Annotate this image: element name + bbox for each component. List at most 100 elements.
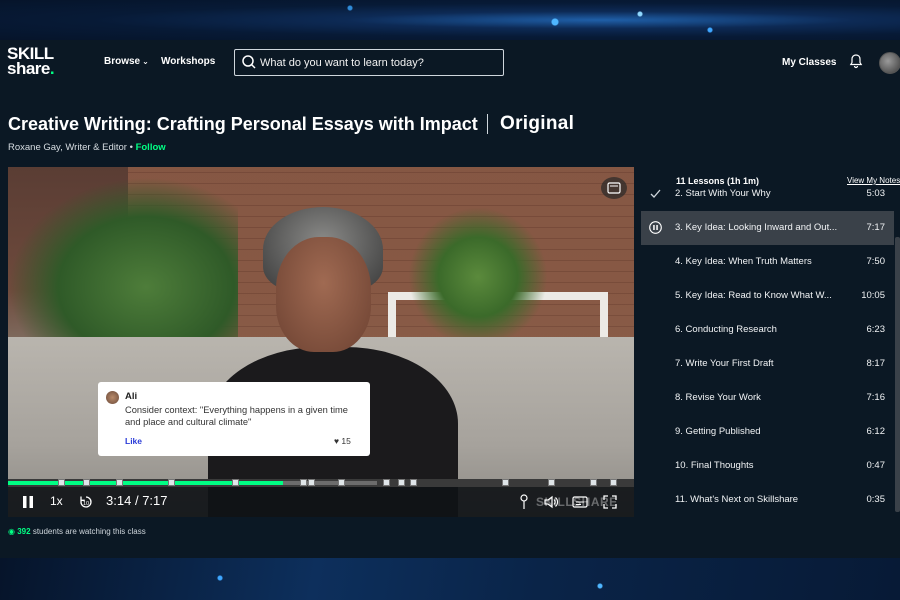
comment-marker[interactable] <box>410 479 417 486</box>
like-button[interactable]: Like <box>125 436 142 446</box>
lesson-duration: 5:03 <box>866 188 886 199</box>
total-time: 7:17 <box>142 493 168 508</box>
svg-text:10: 10 <box>83 501 89 507</box>
follow-button[interactable]: Follow <box>136 142 166 153</box>
lesson-title: 5. Key Idea: Read to Know What W... <box>675 290 832 301</box>
view-my-notes-link[interactable]: View My Notes <box>847 176 900 185</box>
comment-marker[interactable] <box>610 479 617 486</box>
lessons-panel: 11 Lessons (1h 1m) View My Notes 2. Star… <box>641 167 900 517</box>
lesson-duration: 7:50 <box>866 256 886 267</box>
lesson-duration: 0:47 <box>866 460 886 471</box>
lesson-item[interactable]: 4. Key Idea: When Truth Matters 7:50 <box>641 245 894 279</box>
browse-label: Browse <box>104 56 141 67</box>
lesson-item[interactable]: 7. Write Your First Draft 8:17 <box>641 347 894 381</box>
lesson-item[interactable]: 10. Final Thoughts 0:47 <box>641 449 894 483</box>
check-icon <box>650 189 661 198</box>
user-avatar[interactable] <box>879 52 900 74</box>
lesson-title: 11. What's Next on Skillshare <box>675 494 799 505</box>
timestamp-comment-card: Ali Consider context: "Everything happen… <box>98 382 370 456</box>
lesson-list: 2. Start With Your Why 5:03 3. Key Idea:… <box>641 187 894 517</box>
comment-marker[interactable] <box>58 479 65 486</box>
pause-icon <box>649 221 662 234</box>
video-player[interactable]: Ali Consider context: "Everything happen… <box>8 167 634 517</box>
viewer-count: 392 <box>17 527 31 536</box>
logo-word: share <box>7 59 50 78</box>
lesson-title: 3. Key Idea: Looking Inward and Out... <box>675 222 838 233</box>
commenter-avatar <box>106 391 119 404</box>
separator: • <box>126 142 136 153</box>
lesson-duration: 10:05 <box>861 290 885 301</box>
comment-marker[interactable] <box>502 479 509 486</box>
teacher-name[interactable]: Roxane Gay, Writer & Editor <box>8 142 127 153</box>
lesson-duration: 6:12 <box>866 426 886 437</box>
comment-marker[interactable] <box>168 479 175 486</box>
lesson-item-current[interactable]: 3. Key Idea: Looking Inward and Out... 7… <box>641 211 894 245</box>
video-progress-bar[interactable] <box>8 479 634 487</box>
lesson-duration: 7:16 <box>866 392 886 403</box>
search-box[interactable] <box>234 49 504 76</box>
comment-marker[interactable] <box>83 479 90 486</box>
lesson-title: 9. Getting Published <box>675 426 761 437</box>
lesson-item[interactable]: 11. What's Next on Skillshare 0:35 <box>641 483 894 517</box>
comment-marker[interactable] <box>383 479 390 486</box>
fullscreen-icon[interactable] <box>602 494 618 510</box>
replay-10-icon[interactable]: 10 <box>78 494 94 510</box>
time-display: 3:14 / 7:17 <box>106 493 168 508</box>
comment-markers <box>8 479 634 487</box>
speaker-face <box>276 237 371 352</box>
lesson-title: 4. Key Idea: When Truth Matters <box>675 256 812 267</box>
original-badge: Original <box>500 113 575 134</box>
playback-speed-button[interactable]: 1x <box>50 494 63 508</box>
player-controls: 1x 10 3:14 / 7:17 SKILLSHARE <box>8 487 634 517</box>
comment-marker[interactable] <box>398 479 405 486</box>
pin-icon[interactable] <box>518 494 530 510</box>
live-viewers: ◉ 392 students are watching this class <box>8 527 146 536</box>
like-count-value: 15 <box>341 436 351 446</box>
search-icon <box>242 55 256 69</box>
commenter-name[interactable]: Ali <box>125 391 137 402</box>
logo-dot: . <box>49 59 55 78</box>
comment-marker[interactable] <box>116 479 123 486</box>
top-nav: SKILL share. Browse⌄ Workshops My Classe… <box>0 40 900 86</box>
comment-marker[interactable] <box>232 479 239 486</box>
logo-line-2: share. <box>7 59 79 78</box>
browse-menu[interactable]: Browse ⌄ <box>104 56 149 67</box>
lesson-item[interactable]: 6. Conducting Research 6:23 <box>641 313 894 347</box>
lesson-title: 6. Conducting Research <box>675 324 777 335</box>
comment-marker[interactable] <box>338 479 345 486</box>
lessons-scrollbar[interactable] <box>895 237 900 512</box>
decorative-banner-top <box>0 0 900 40</box>
comment-marker[interactable] <box>590 479 597 486</box>
pause-icon[interactable] <box>22 495 34 509</box>
picture-in-picture-icon <box>607 182 621 194</box>
viewers-text: students are watching this class <box>32 527 146 536</box>
like-count: ♥ 15 <box>334 436 351 446</box>
picture-in-picture-button[interactable] <box>601 177 627 199</box>
lesson-duration: 7:17 <box>866 222 886 233</box>
current-time: 3:14 <box>106 493 132 508</box>
class-title: Creative Writing: Crafting Personal Essa… <box>8 114 478 134</box>
skillshare-logo[interactable]: SKILL share. <box>7 45 79 78</box>
bell-icon[interactable] <box>848 53 864 69</box>
teacher-line: Roxane Gay, Writer & Editor • Follow <box>8 142 166 153</box>
lesson-item[interactable]: 9. Getting Published 6:12 <box>641 415 894 449</box>
lesson-item[interactable]: 2. Start With Your Why 5:03 <box>641 187 894 211</box>
title-divider <box>487 114 488 134</box>
lesson-item[interactable]: 8. Revise Your Work 7:16 <box>641 381 894 415</box>
comment-marker[interactable] <box>300 479 307 486</box>
volume-icon[interactable] <box>543 494 559 510</box>
lesson-title: 7. Write Your First Draft <box>675 358 774 369</box>
lesson-title: 10. Final Thoughts <box>675 460 754 471</box>
my-classes-link[interactable]: My Classes <box>782 57 836 68</box>
search-input[interactable] <box>260 53 495 73</box>
lesson-title: 2. Start With Your Why <box>675 188 771 199</box>
video-scene-speaker <box>208 207 458 517</box>
comment-marker[interactable] <box>308 479 315 486</box>
lesson-title: 8. Revise Your Work <box>675 392 761 403</box>
lesson-duration: 8:17 <box>866 358 886 369</box>
comment-marker[interactable] <box>548 479 555 486</box>
captions-icon[interactable] <box>572 494 588 510</box>
workshops-link[interactable]: Workshops <box>161 56 215 67</box>
lesson-item[interactable]: 5. Key Idea: Read to Know What W... 10:0… <box>641 279 894 313</box>
lesson-duration: 6:23 <box>866 324 886 335</box>
